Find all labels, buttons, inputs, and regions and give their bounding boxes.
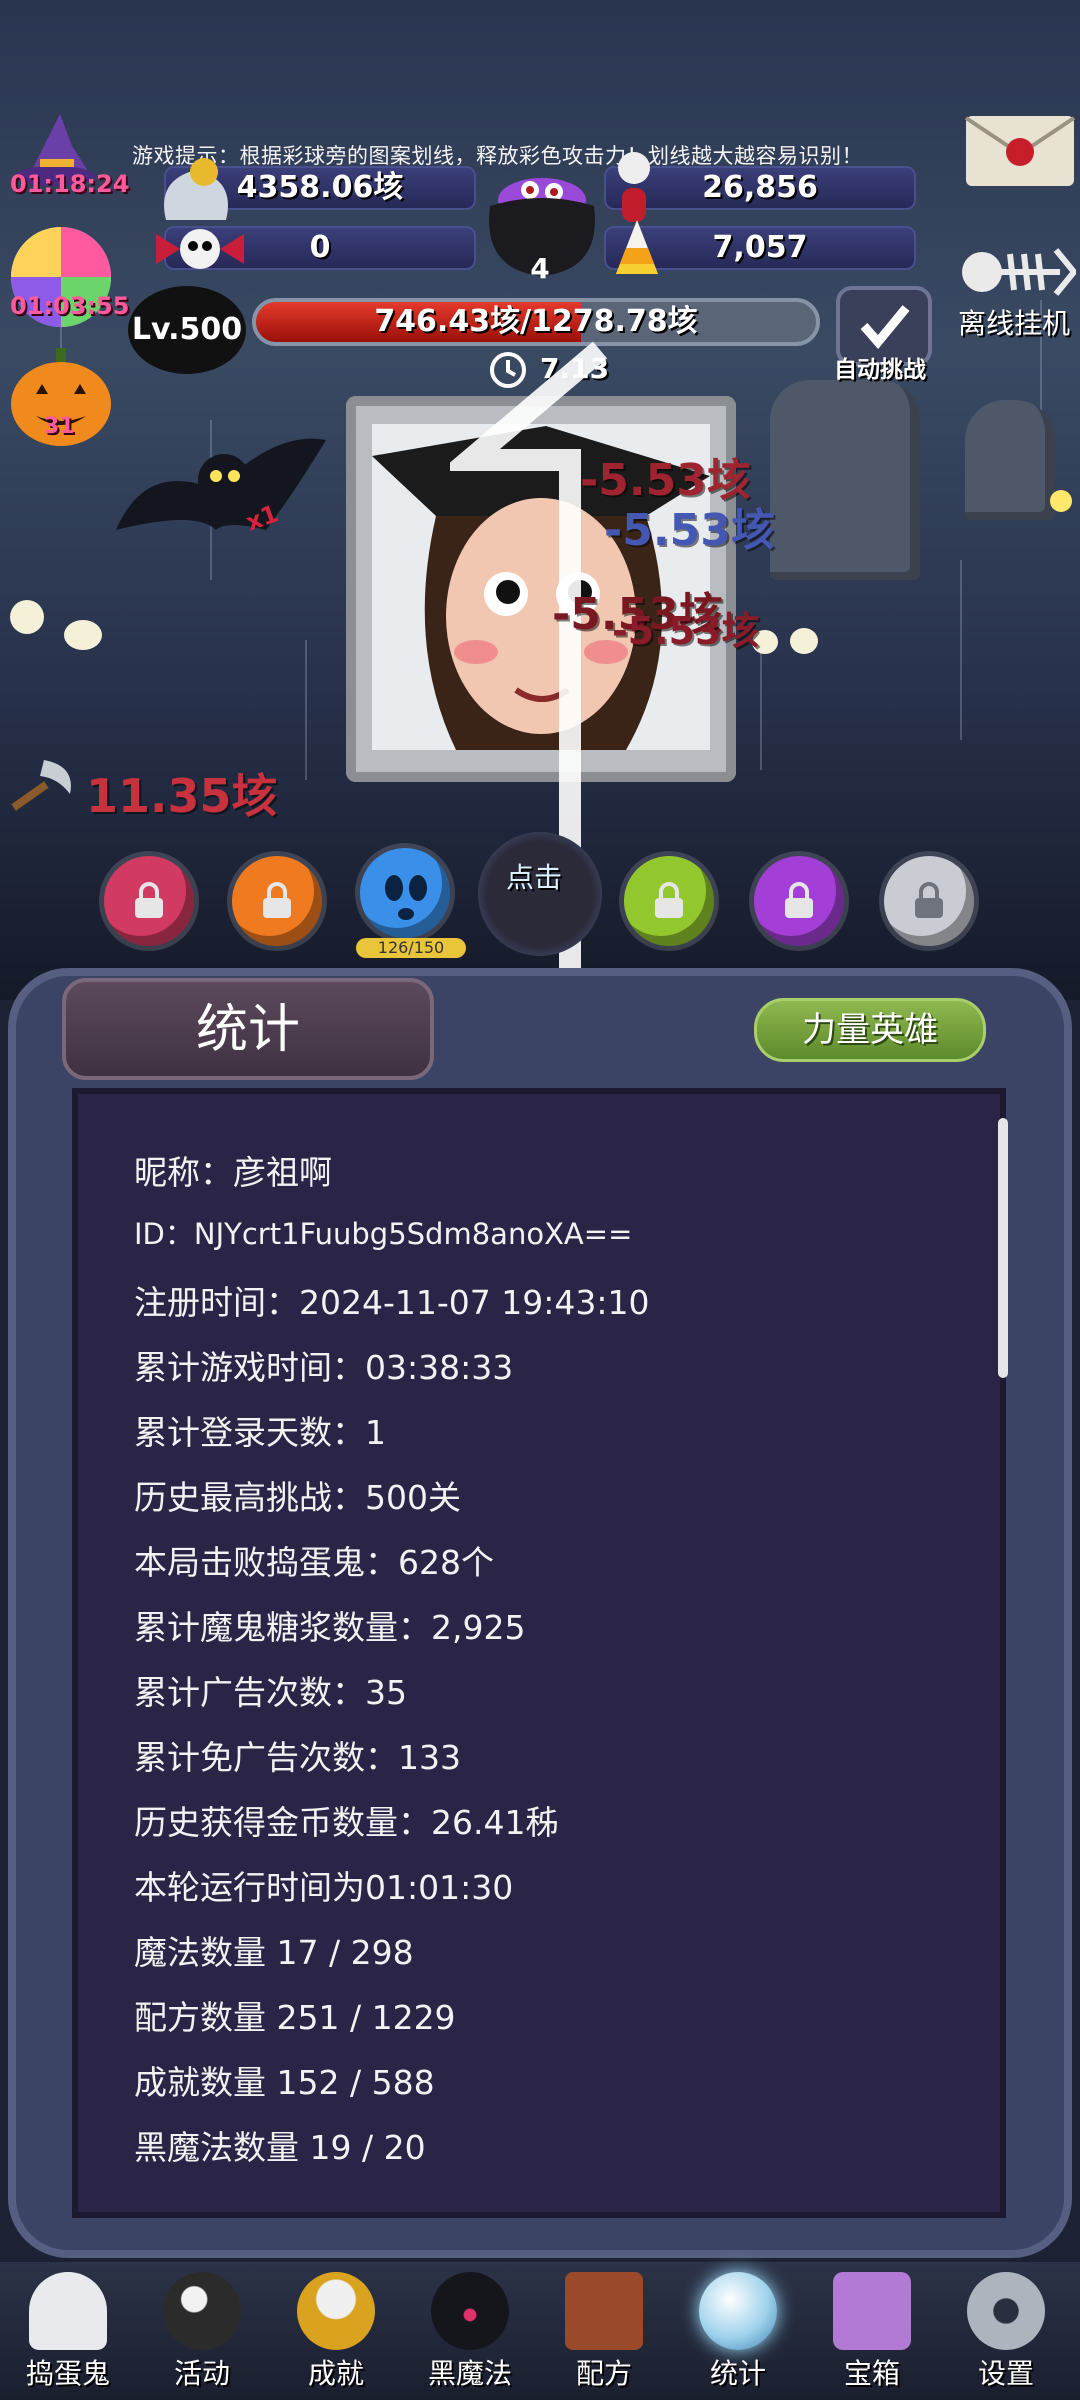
nav-item-recipe[interactable]: 配方 <box>544 2268 664 2398</box>
click-hint-label: 点击 <box>506 861 563 894</box>
witch-timer: 01:18:24 <box>10 170 130 198</box>
nav-label: 设置 <box>977 2357 1034 2390</box>
ghost-face-icon <box>385 875 427 920</box>
demon-cat-icon <box>431 2272 509 2350</box>
damage-number: -5.53垓 <box>604 505 775 556</box>
locked-orb-red[interactable] <box>104 856 194 946</box>
stat-defeated-this-run: 本局击败捣蛋鬼：628个 <box>134 1543 494 1582</box>
crystal-ball-icon <box>699 2272 777 2350</box>
mail-icon[interactable] <box>964 112 1076 190</box>
stat-gold-total: 历史获得金币数量：26.41秭 <box>134 1803 559 1842</box>
lock-icon <box>263 882 291 918</box>
offline-idle-label[interactable]: 离线挂机 <box>958 302 1070 342</box>
stats-content-area[interactable] <box>72 1088 1006 2218</box>
level-badge: Lv.500 <box>128 286 246 374</box>
stat-recipe-count: 配方数量 251 / 1229 <box>134 1998 456 2037</box>
eyeball-bucket-icon <box>163 2272 241 2350</box>
damage-number: -5.53垓 <box>612 609 760 653</box>
stat-total-playtime: 累计游戏时间：03:38:33 <box>134 1348 514 1387</box>
nav-item-achievement[interactable]: 成就 <box>276 2268 396 2398</box>
stat-run-time: 本轮运行时间为01:01:30 <box>134 1868 514 1907</box>
stat-syrup-total: 累计魔鬼糖浆数量：2,925 <box>134 1608 526 1647</box>
lock-icon <box>655 882 683 918</box>
nav-item-chest[interactable]: 宝箱 <box>812 2268 932 2398</box>
pumpkin-timer: 31 <box>44 414 75 439</box>
glowing-eyes <box>790 628 818 654</box>
lollipop-timer: 01:03:55 <box>10 292 130 320</box>
nav-label: 配方 <box>575 2357 632 2390</box>
axe-icon <box>11 760 71 811</box>
panel-title: 统计 <box>62 978 434 1080</box>
bat-icon[interactable] <box>106 420 332 570</box>
orb-progress-label: 126/150 <box>356 938 466 958</box>
stat-ad-free-count: 累计免广告次数：133 <box>134 1738 461 1777</box>
ghost-icon <box>29 2272 107 2350</box>
stat-ad-count: 累计广告次数：35 <box>134 1673 407 1712</box>
axe-damage-number: 11.35垓 <box>86 769 278 823</box>
nav-label: 捣蛋鬼 <box>25 2357 110 2390</box>
stat-magic-count: 魔法数量 17 / 298 <box>134 1933 414 1972</box>
lock-icon <box>785 882 813 918</box>
ghost-orb-blue[interactable] <box>360 848 450 938</box>
stat-id: ID：NJYcrt1Fuubg5Sdm8anoXA== <box>134 1217 633 1251</box>
gravestone <box>770 380 920 580</box>
lock-icon <box>135 882 163 918</box>
stat-login-days: 累计登录天数：1 <box>134 1413 386 1452</box>
fishbone-icon[interactable] <box>958 240 1076 304</box>
scrollbar[interactable] <box>998 1118 1008 1378</box>
nav-item-activity[interactable]: 活动 <box>142 2268 262 2398</box>
stat-highest-challenge: 历史最高挑战：500关 <box>134 1478 461 1517</box>
spellbook-icon <box>565 2272 643 2350</box>
nav-item-black-magic[interactable]: 黑魔法 <box>410 2268 530 2398</box>
candy-skull-icon <box>156 229 244 269</box>
stat-register-time: 注册时间：2024-11-07 19:43:10 <box>134 1283 650 1322</box>
glowing-eyes <box>1050 490 1072 512</box>
locked-orb-purple[interactable] <box>754 856 844 946</box>
lock-icon <box>915 882 943 918</box>
nav-label: 成就 <box>307 2357 364 2390</box>
candy-corn-icon <box>616 220 658 274</box>
nav-item-settings[interactable]: 设置 <box>946 2268 1066 2398</box>
glowing-eyes <box>10 600 44 634</box>
locked-orb-white[interactable] <box>884 856 974 946</box>
gravestone <box>965 400 1055 520</box>
skull-potion-icon <box>618 152 650 222</box>
nav-item-stats[interactable]: 统计 <box>678 2268 798 2398</box>
stat-achievement-count: 成就数量 152 / 588 <box>134 2063 435 2102</box>
nav-item-ghost[interactable]: 捣蛋鬼 <box>8 2268 128 2398</box>
gift-box-icon <box>833 2272 911 2350</box>
nav-label: 黑魔法 <box>427 2357 512 2390</box>
stat-black-magic-count: 黑魔法数量 19 / 20 <box>134 2128 426 2167</box>
stat-nickname: 昵称：彦祖啊 <box>134 1153 332 1192</box>
strength-hero-button[interactable]: 力量英雄 <box>754 998 986 1062</box>
glowing-eyes <box>64 620 102 650</box>
locked-orb-green[interactable] <box>624 856 714 946</box>
locked-orb-orange[interactable] <box>232 856 322 946</box>
nav-label: 统计 <box>709 2357 766 2390</box>
skull-trophy-icon <box>297 2272 375 2350</box>
auto-challenge-label[interactable]: 自动挑战 <box>834 350 926 384</box>
boss-hp-text: 746.43垓/1278.78垓 <box>374 304 698 339</box>
nav-label: 宝箱 <box>843 2357 900 2390</box>
cauldron-count: 4 <box>530 252 550 285</box>
coin-bag-icon <box>164 158 228 220</box>
gear-icon <box>967 2272 1045 2350</box>
nav-label: 活动 <box>173 2357 230 2390</box>
